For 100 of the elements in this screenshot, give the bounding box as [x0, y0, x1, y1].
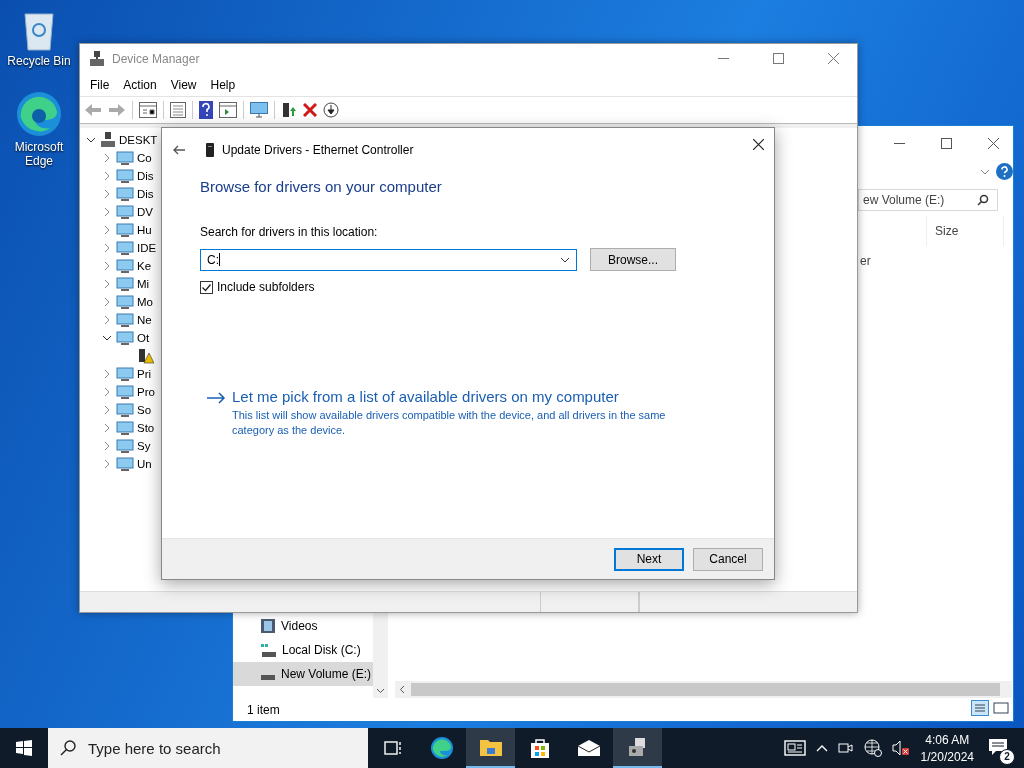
expand-chevron-icon[interactable] — [102, 369, 112, 379]
collapse-chevron-icon[interactable] — [86, 135, 96, 145]
field-label: Search for drivers in this location: — [200, 225, 379, 239]
tree-item[interactable]: Ke — [137, 260, 152, 272]
arrow-right-icon[interactable] — [206, 392, 226, 404]
expand-chevron-icon[interactable] — [102, 225, 112, 235]
path-combo-field[interactable]: C: — [200, 248, 577, 271]
expand-chevron-icon[interactable] — [102, 441, 112, 451]
menu-item[interactable]: Action — [123, 77, 157, 92]
camera-icon[interactable] — [837, 740, 854, 756]
panel-icon[interactable] — [219, 102, 237, 118]
tree-item[interactable]: Ne — [137, 314, 152, 326]
dropdown-caret-icon[interactable] — [560, 256, 570, 263]
tree-item[interactable]: So — [137, 404, 152, 416]
menu-item[interactable]: File — [90, 77, 110, 92]
clock-date[interactable]: 1/20/2024 — [920, 749, 974, 764]
scrollbar-thumb[interactable] — [411, 683, 1000, 696]
tree-item[interactable]: Sto — [137, 422, 155, 434]
nav-item[interactable]: Videos — [233, 614, 373, 638]
tree-item[interactable]: Ot — [137, 332, 150, 344]
update-driver-icon[interactable] — [281, 102, 297, 118]
browse-button[interactable]: Browse... — [590, 248, 676, 271]
edge-icon[interactable] — [15, 90, 63, 138]
tree-item[interactable]: Co — [137, 152, 152, 164]
warning-device-icon[interactable] — [138, 348, 154, 364]
device-icon — [116, 168, 134, 184]
details-view-icon[interactable] — [971, 700, 989, 716]
window-title: Device Manager — [112, 51, 200, 66]
download-icon[interactable] — [323, 102, 339, 118]
expand-chevron-icon[interactable] — [102, 387, 112, 397]
checkbox-label[interactable]: Include subfolders — [217, 280, 315, 294]
nav-item[interactable]: Local Disk (C:) — [233, 638, 373, 662]
speaker-muted-icon[interactable] — [891, 740, 910, 756]
dialog-button[interactable]: Cancel — [693, 547, 763, 571]
taskbar-search-field[interactable]: Type here to search — [48, 728, 368, 768]
tree-item[interactable]: IDE — [137, 242, 157, 254]
film-icon — [261, 619, 275, 633]
expand-chevron-icon[interactable] — [102, 459, 112, 469]
globe-icon[interactable] — [863, 739, 882, 757]
tree-item[interactable]: Dis — [137, 188, 154, 200]
news-icon[interactable] — [783, 740, 806, 756]
tree-item[interactable]: Pro — [137, 386, 155, 398]
menu-item[interactable]: View — [170, 77, 197, 92]
scroll-left-icon[interactable] — [399, 685, 405, 694]
scroll-down-icon[interactable] — [376, 688, 385, 694]
pick-driver-link[interactable]: Let me pick from a list of available drivers on my computer — [232, 388, 677, 405]
expand-chevron-icon[interactable] — [102, 189, 112, 199]
monitor-icon[interactable] — [250, 102, 268, 118]
expand-chevron-icon[interactable] — [102, 315, 112, 325]
thumbnail-view-icon[interactable] — [992, 700, 1010, 716]
expand-chevron-icon[interactable] — [102, 423, 112, 433]
close-icon[interactable] — [988, 138, 999, 149]
taskbar-app-button[interactable] — [613, 728, 662, 768]
tree-item[interactable]: Un — [137, 458, 152, 470]
expand-chevron-icon[interactable] — [102, 207, 112, 217]
checkbox[interactable] — [200, 280, 213, 294]
expand-chevron-icon[interactable] — [102, 171, 112, 181]
collapse-chevron-icon[interactable] — [102, 333, 112, 343]
properties-icon[interactable] — [139, 102, 157, 118]
search-icon — [60, 740, 76, 756]
tree-item[interactable]: Mo — [137, 296, 153, 308]
search-field[interactable]: ew Volume (E:) — [858, 189, 998, 211]
taskbar-app-button[interactable] — [466, 728, 515, 768]
chevron-up-icon[interactable] — [815, 744, 828, 752]
tree-item[interactable]: Sy — [137, 440, 151, 452]
dialog-heading: Browse for drivers on your computer — [200, 178, 443, 195]
shopping-bag-icon — [528, 737, 551, 759]
expand-chevron-icon[interactable] — [102, 297, 112, 307]
expand-chevron-icon[interactable] — [102, 261, 112, 271]
chevron-down-icon[interactable] — [980, 169, 990, 175]
expand-chevron-icon[interactable] — [102, 153, 112, 163]
close-icon[interactable] — [753, 139, 764, 150]
dialog-button[interactable]: Next — [614, 547, 684, 571]
tree-item[interactable]: Pri — [137, 368, 152, 380]
help-icon[interactable] — [199, 101, 213, 119]
back-arrow-icon[interactable] — [172, 145, 186, 155]
help-icon[interactable] — [996, 163, 1013, 180]
device-icon — [116, 240, 134, 256]
expand-chevron-icon[interactable] — [102, 405, 112, 415]
tree-item[interactable]: Mi — [137, 278, 150, 290]
uninstall-icon[interactable] — [303, 103, 317, 117]
drive-icon — [261, 643, 276, 657]
expand-chevron-icon[interactable] — [102, 279, 112, 289]
maximize-icon[interactable] — [773, 53, 784, 64]
search-icon — [977, 194, 989, 206]
clock-time[interactable]: 4:06 AM — [925, 732, 970, 747]
tree-item[interactable]: DV — [137, 206, 153, 218]
device-icon — [116, 366, 134, 382]
windows-start-icon[interactable] — [16, 740, 32, 756]
desktop-icon-label[interactable]: Microsoft Edge — [5, 140, 73, 168]
maximize-icon[interactable] — [941, 138, 952, 149]
list-icon[interactable] — [170, 102, 186, 118]
tree-item[interactable]: Hu — [137, 224, 152, 236]
tree-item[interactable]: DESKT — [119, 134, 158, 146]
menu-item[interactable]: Help — [210, 77, 236, 92]
nav-item[interactable]: New Volume (E:) — [233, 662, 373, 686]
column-header[interactable]: Size — [926, 216, 1004, 246]
tree-item[interactable]: Dis — [137, 170, 154, 182]
desktop-icon-label[interactable]: Recycle Bin — [5, 54, 73, 68]
expand-chevron-icon[interactable] — [102, 243, 112, 253]
